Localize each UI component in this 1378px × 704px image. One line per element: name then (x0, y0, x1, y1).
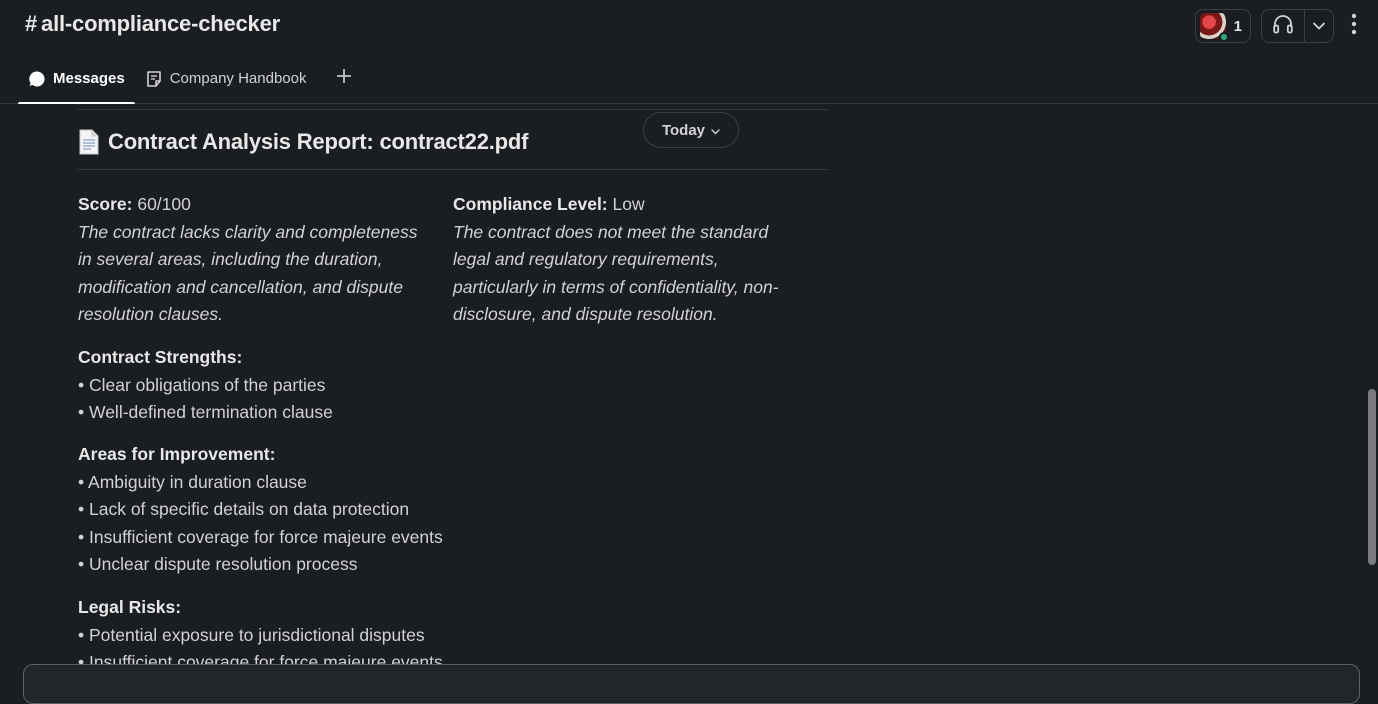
score-label: Score: (78, 194, 133, 214)
list-item: Lack of specific details on data protect… (78, 496, 443, 524)
report-title-text: Contract Analysis Report: contract22.pdf (108, 129, 529, 154)
scrollbar-thumb[interactable] (1368, 389, 1376, 565)
list-item: Ambiguity in duration clause (78, 469, 443, 497)
header-actions: 1 (1194, 9, 1364, 43)
members-count: 1 (1233, 17, 1242, 35)
score-value: 60/100 (137, 194, 191, 214)
section-title: Contract Strengths: (78, 347, 243, 367)
list-item: Clear obligations of the parties (78, 372, 333, 400)
add-tab-button[interactable] (316, 62, 364, 104)
tab-messages[interactable]: Messages (18, 62, 135, 104)
page-facing-up-icon (78, 129, 100, 155)
channel-name: all-compliance-checker (41, 11, 280, 36)
compliance-value: Low (612, 194, 645, 214)
compliance-label: Compliance Level: (453, 194, 608, 214)
avatar (1199, 13, 1229, 42)
chevron-down-icon (1313, 17, 1326, 35)
huddle-options-button[interactable] (1305, 10, 1333, 42)
channel-tabs: Messages Company Handbook (18, 62, 364, 104)
more-vertical-icon (1351, 13, 1357, 40)
score-description: The contract lacks clarity and completen… (78, 221, 418, 325)
channel-name-button[interactable]: # all-compliance-checker (25, 11, 280, 37)
headphones-icon (1272, 14, 1294, 39)
strengths-section: Contract Strengths: Clear obligations of… (78, 344, 333, 427)
message-composer[interactable] (23, 664, 1360, 704)
list-item: Well-defined termination clause (78, 399, 333, 427)
members-button[interactable]: 1 (1194, 9, 1251, 43)
presence-indicator (1218, 32, 1229, 42)
plus-icon (336, 69, 352, 88)
channel-hash: # (25, 11, 38, 36)
scrollbar[interactable] (1366, 105, 1378, 681)
date-label: Today (661, 121, 706, 139)
channel-header: # all-compliance-checker 1 Messages Comp… (0, 0, 1378, 104)
tab-company-handbook[interactable]: Company Handbook (135, 62, 317, 104)
divider (78, 109, 828, 110)
huddle-button-group (1261, 9, 1334, 43)
list-item: Insufficient coverage for force majeure … (78, 524, 443, 552)
list-item: Potential exposure to jurisdictional dis… (78, 622, 443, 650)
score-field: Score: 60/100 The contract lacks clarity… (78, 191, 453, 329)
canvas-doc-icon (145, 70, 163, 88)
tab-label: Messages (53, 70, 125, 87)
message-bubble-icon (28, 70, 46, 88)
section-title: Legal Risks: (78, 597, 182, 617)
message-list: Contract Analysis Report: contract22.pdf… (0, 105, 1366, 681)
list-item: Unclear dispute resolution process (78, 551, 443, 579)
huddle-button[interactable] (1262, 10, 1306, 42)
section-title: Areas for Improvement: (78, 444, 276, 464)
chevron-down-icon (711, 122, 720, 139)
more-options-button[interactable] (1344, 9, 1364, 43)
report-fields: Score: 60/100 The contract lacks clarity… (78, 191, 838, 329)
compliance-field: Compliance Level: Low The contract does … (453, 191, 828, 329)
report-title: Contract Analysis Report: contract22.pdf (78, 129, 528, 155)
date-divider-button[interactable]: Today (643, 112, 739, 148)
tab-label: Company Handbook (169, 70, 307, 87)
improvements-section: Areas for Improvement: Ambiguity in dura… (78, 441, 443, 579)
compliance-description: The contract does not meet the standard … (453, 221, 779, 325)
divider (78, 169, 828, 170)
